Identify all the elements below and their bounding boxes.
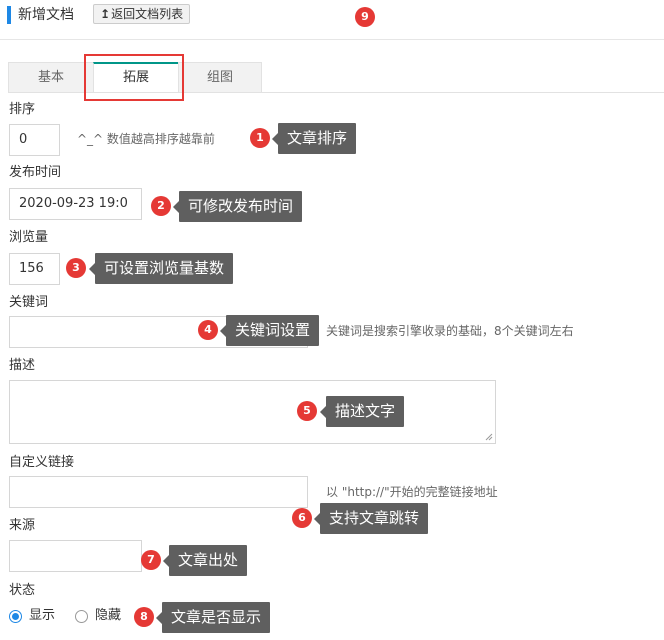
annotation-callout-5: 描述文字 xyxy=(319,396,405,427)
resize-handle-icon[interactable] xyxy=(485,433,493,441)
sort-hint: ^_^ 数值越高排序越靠前 xyxy=(77,132,215,146)
annotation-badge-7: 7 xyxy=(141,550,161,570)
annotation-callout-4: 关键词设置 xyxy=(219,315,320,346)
status-hide-label[interactable]: 隐藏 xyxy=(95,608,121,624)
annotation-callout-6: 支持文章跳转 xyxy=(313,503,429,534)
description-label: 描述 xyxy=(9,358,36,373)
keywords-label: 关键词 xyxy=(9,295,49,310)
annotation-callout-8: 文章是否显示 xyxy=(155,602,271,633)
source-label: 来源 xyxy=(9,518,36,533)
views-input[interactable]: 156 xyxy=(9,253,60,285)
status-hide-radio[interactable] xyxy=(75,610,88,623)
custom-link-input[interactable] xyxy=(9,476,308,508)
annotation-callout-7: 文章出处 xyxy=(162,545,248,576)
up-arrow-icon: ↥ xyxy=(100,7,111,21)
annotation-callout-1: 文章排序 xyxy=(271,123,357,154)
tab-basic[interactable]: 基本 xyxy=(8,62,94,93)
tab-gallery[interactable]: 组图 xyxy=(178,62,262,93)
publish-time-label: 发布时间 xyxy=(9,165,62,180)
source-input[interactable] xyxy=(9,540,142,572)
title-accent-bar xyxy=(7,6,11,24)
views-label: 浏览量 xyxy=(9,230,49,245)
page-title: 新增文档 xyxy=(18,7,74,23)
highlight-box xyxy=(84,54,184,101)
back-button-label: 返回文档列表 xyxy=(111,7,184,21)
annotation-badge-9: 9 xyxy=(355,7,375,27)
keywords-hint: 关键词是搜索引擎收录的基础，8个关键词左右 xyxy=(326,324,574,338)
status-label: 状态 xyxy=(9,583,36,598)
annotation-badge-5: 5 xyxy=(297,401,317,421)
status-show-label[interactable]: 显示 xyxy=(29,608,55,624)
header-divider xyxy=(0,39,664,40)
custom-link-hint: 以 "http://"开始的完整链接地址 xyxy=(326,485,498,499)
back-to-list-button[interactable]: ↥返回文档列表 xyxy=(93,4,191,24)
annotation-badge-2: 2 xyxy=(151,196,171,216)
status-show-radio[interactable] xyxy=(9,610,22,623)
sort-label: 排序 xyxy=(9,102,36,117)
annotation-badge-4: 4 xyxy=(198,320,218,340)
publish-time-input[interactable]: 2020-09-23 19:0 xyxy=(9,188,142,220)
annotation-badge-1: 1 xyxy=(250,128,270,148)
custom-link-label: 自定义链接 xyxy=(9,455,75,470)
sort-input[interactable]: 0 xyxy=(9,124,60,156)
annotation-badge-8: 8 xyxy=(134,607,154,627)
annotation-badge-6: 6 xyxy=(292,508,312,528)
description-textarea[interactable] xyxy=(9,380,496,444)
annotation-callout-3: 可设置浏览量基数 xyxy=(88,253,234,284)
annotation-callout-2: 可修改发布时间 xyxy=(172,191,303,222)
annotation-badge-3: 3 xyxy=(66,258,86,278)
